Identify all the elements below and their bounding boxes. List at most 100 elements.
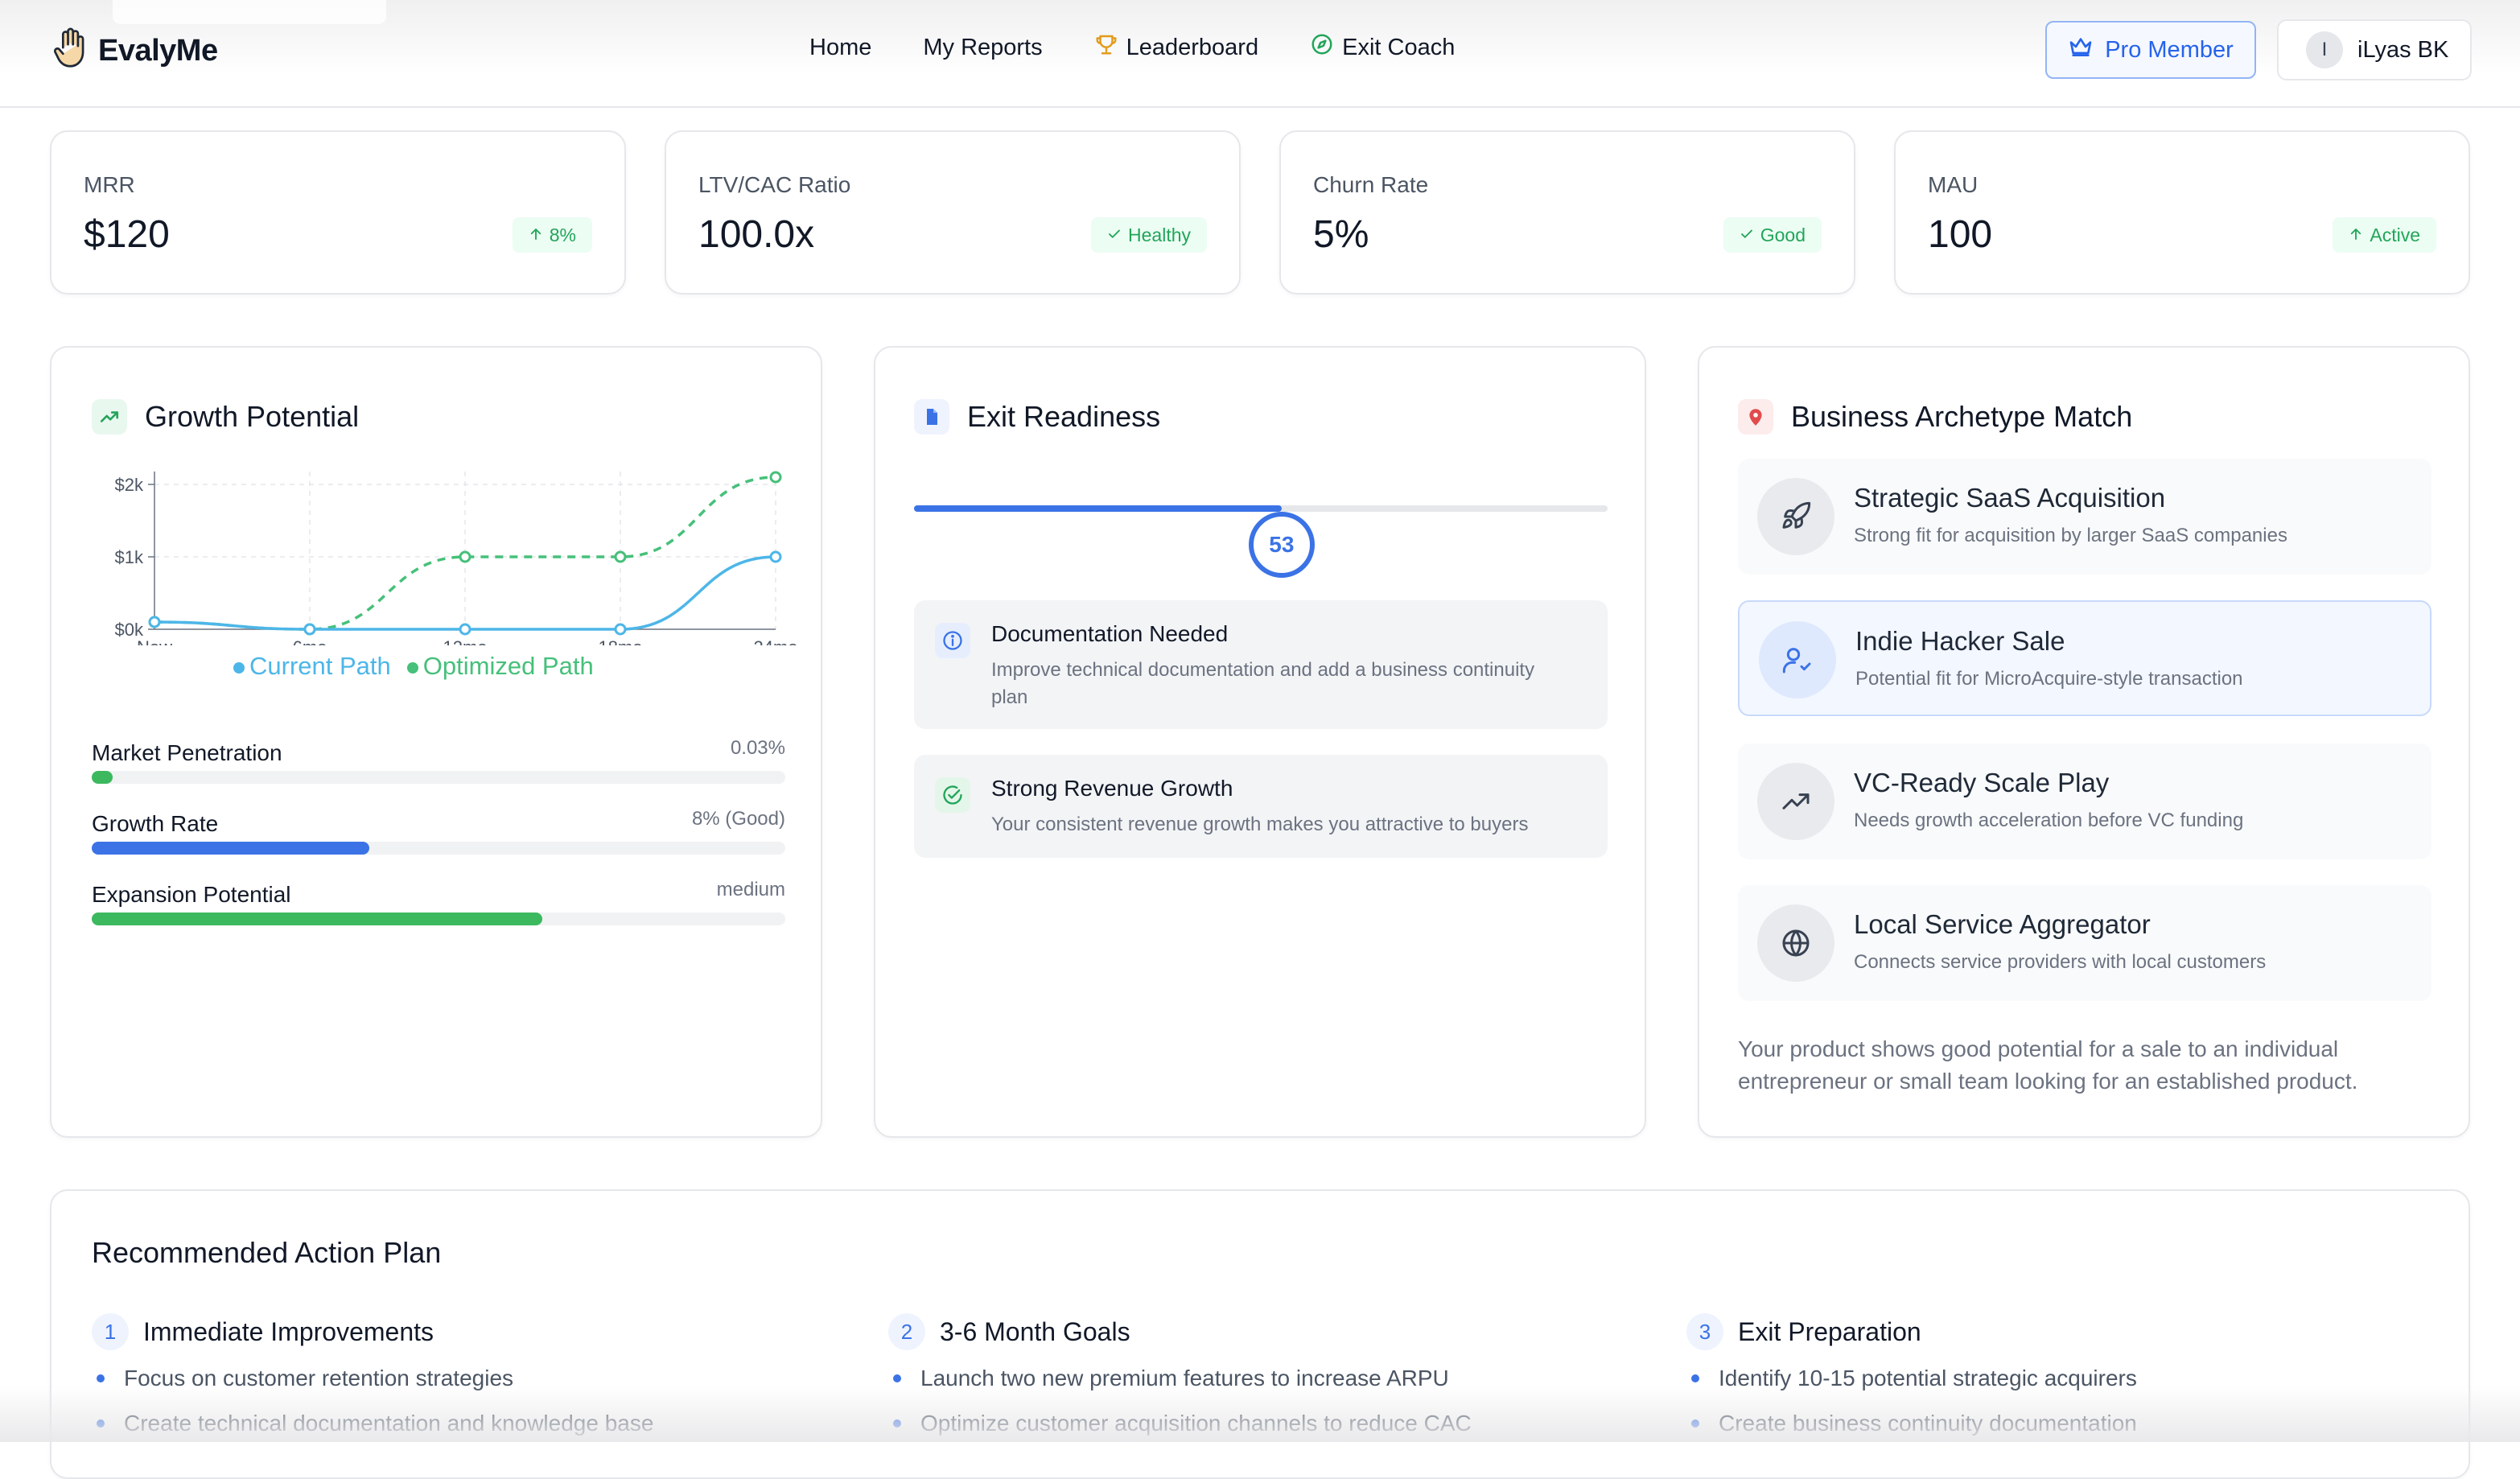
avatar: I: [2306, 31, 2343, 68]
info-box-title: Documentation Needed: [991, 621, 1229, 646]
plan-column-header: 2 3-6 Month Goals: [888, 1313, 1612, 1350]
legend-current: Current Path: [233, 652, 391, 681]
plan-list: Focus on customer retention strategies C…: [92, 1366, 816, 1456]
metric-value: 100: [1928, 213, 1993, 256]
exit-title: Exit Readiness: [967, 400, 1161, 433]
metric-row-value: 0.03%: [730, 737, 785, 759]
metric-card-mrr: MRR $120 8%: [50, 130, 626, 295]
nav-leaderboard[interactable]: Leaderboard: [1094, 32, 1258, 63]
archetype-item-subtitle: Connects service providers with local cu…: [1854, 951, 2267, 973]
list-item: Create business continuity documentation: [1686, 1411, 2411, 1456]
main-nav: Home My Reports Leaderboard Exit Coach: [809, 32, 1455, 63]
strong-revenue-growth-box: Strong Revenue Growth Your consistent re…: [914, 755, 1608, 858]
nav-leaderboard-label: Leaderboard: [1126, 34, 1259, 60]
nav-exit-coach-label: Exit Coach: [1342, 34, 1456, 60]
brand-logo[interactable]: EvalyMe: [51, 26, 218, 76]
legend-optimized-label: Optimized Path: [422, 652, 594, 680]
plan-column-exit-prep: 3 Exit Preparation Identify 10-15 potent…: [1686, 1313, 2411, 1456]
legend-optimized: Optimized Path: [406, 652, 594, 681]
status-badge-text: 8%: [549, 224, 576, 245]
brand-name: EvalyMe: [98, 34, 218, 68]
step-number: 3: [1686, 1313, 1723, 1350]
plan-column-header: 1 Immediate Improvements: [92, 1313, 816, 1350]
nav-home[interactable]: Home: [809, 35, 871, 61]
user-check-icon: [1759, 621, 1836, 698]
metric-label: MAU: [1928, 172, 1979, 197]
nav-exit-coach[interactable]: Exit Coach: [1310, 32, 1455, 63]
action-plan-card: Recommended Action Plan 1 Immediate Impr…: [50, 1189, 2470, 1479]
growth-potential-card: Growth Potential $0k$1k$2kNow6mo12mo18mo…: [50, 346, 822, 1138]
exit-score-fill: [914, 505, 1282, 512]
plan-title: Recommended Action Plan: [92, 1236, 442, 1269]
exit-score-value: 53: [1269, 532, 1295, 557]
business-archetype-card: Business Archetype Match Strategic SaaS …: [1698, 346, 2470, 1138]
legend-current-label: Current Path: [249, 652, 391, 680]
archetype-item-subtitle: Needs growth acceleration before VC fund…: [1854, 810, 2244, 831]
nav-home-label: Home: [809, 34, 872, 60]
compass-icon: [1310, 32, 1334, 63]
check-circle-icon: [935, 777, 970, 813]
status-badge: Healthy: [1091, 217, 1207, 253]
list-item: Optimize customer acquisition channels t…: [888, 1411, 1612, 1456]
card-title: Business Archetype Match: [1738, 399, 2132, 435]
card-title: Exit Readiness: [914, 399, 1160, 435]
arrow-up-icon: [529, 225, 543, 246]
data-point: [614, 623, 627, 636]
documentation-needed-box: Documentation Needed Improve technical d…: [914, 600, 1608, 729]
metric-value: 5%: [1313, 213, 1369, 256]
metric-value: 100.0x: [698, 213, 815, 256]
metric-label: Churn Rate: [1313, 172, 1429, 197]
check-icon: [1740, 225, 1754, 246]
info-icon: [935, 623, 970, 658]
chart-legend: Current Path Optimized Path: [233, 652, 594, 681]
status-badge-text: Good: [1760, 224, 1806, 245]
list-item: Identify 10-15 potential strategic acqui…: [1686, 1366, 2411, 1411]
plan-column-immediate: 1 Immediate Improvements Focus on custom…: [92, 1313, 816, 1456]
plan-column-title: 3-6 Month Goals: [940, 1316, 1130, 1346]
trending-up-icon: [92, 399, 127, 435]
hand-logo-icon: [51, 26, 90, 76]
card-title: Growth Potential: [92, 399, 359, 435]
metric-row-value: medium: [716, 879, 785, 900]
progress-track: [92, 913, 785, 925]
pro-member-label: Pro Member: [2105, 36, 2234, 63]
info-box-text: Your consistent revenue growth makes you…: [991, 814, 1529, 835]
globe-icon: [1757, 904, 1834, 982]
progress-track: [92, 842, 785, 855]
exit-score-track: [914, 505, 1608, 512]
info-box-text: Improve technical documentation and add …: [991, 659, 1535, 708]
list-item: Focus on customer retention strategies: [92, 1366, 816, 1411]
x-tick-label: Now: [137, 637, 172, 645]
archetype-item-indie-hacker[interactable]: Indie Hacker Sale Potential fit for Micr…: [1738, 600, 2431, 716]
arrow-up-icon: [2349, 225, 2363, 246]
data-point: [459, 550, 471, 563]
pro-member-button[interactable]: Pro Member: [2045, 21, 2256, 79]
list-item: Launch two new premium features to incre…: [888, 1366, 1612, 1411]
data-point: [148, 616, 161, 628]
archetype-item-local-service[interactable]: Local Service Aggregator Connects servic…: [1738, 885, 2431, 1001]
map-pin-icon: [1738, 399, 1773, 435]
nav-my-reports[interactable]: My Reports: [923, 35, 1042, 61]
progress-fill: [92, 842, 369, 855]
status-badge-text: Active: [2370, 224, 2420, 245]
metric-row-label: Expansion Potential: [92, 882, 291, 907]
x-tick-label: 6mo: [293, 637, 327, 645]
archetype-title: Business Archetype Match: [1791, 400, 2133, 433]
archetype-summary: Your product shows good potential for a …: [1738, 1036, 2358, 1094]
user-menu-button[interactable]: I iLyas BK: [2277, 19, 2472, 80]
archetype-item-title: VC-Ready Scale Play: [1854, 768, 2110, 797]
metric-card-ltv-cac: LTV/CAC Ratio 100.0x Healthy: [665, 130, 1241, 295]
status-badge: Active: [2333, 217, 2436, 253]
status-badge: 8%: [512, 217, 592, 253]
archetype-item-vc-ready[interactable]: VC-Ready Scale Play Needs growth acceler…: [1738, 744, 2431, 859]
metric-row-label: Growth Rate: [92, 811, 219, 836]
blurred-header-element: [113, 0, 386, 24]
archetype-item-title: Local Service Aggregator: [1854, 909, 2151, 939]
plan-list: Identify 10-15 potential strategic acqui…: [1686, 1366, 2411, 1456]
rocket-icon: [1757, 478, 1834, 555]
plan-column-title: Exit Preparation: [1738, 1316, 1921, 1346]
growth-title: Growth Potential: [145, 400, 360, 433]
x-tick-label: 18mo: [598, 637, 642, 645]
archetype-item-strategic-saas[interactable]: Strategic SaaS Acquisition Strong fit fo…: [1738, 459, 2431, 575]
metric-row-label: Market Penetration: [92, 740, 282, 765]
